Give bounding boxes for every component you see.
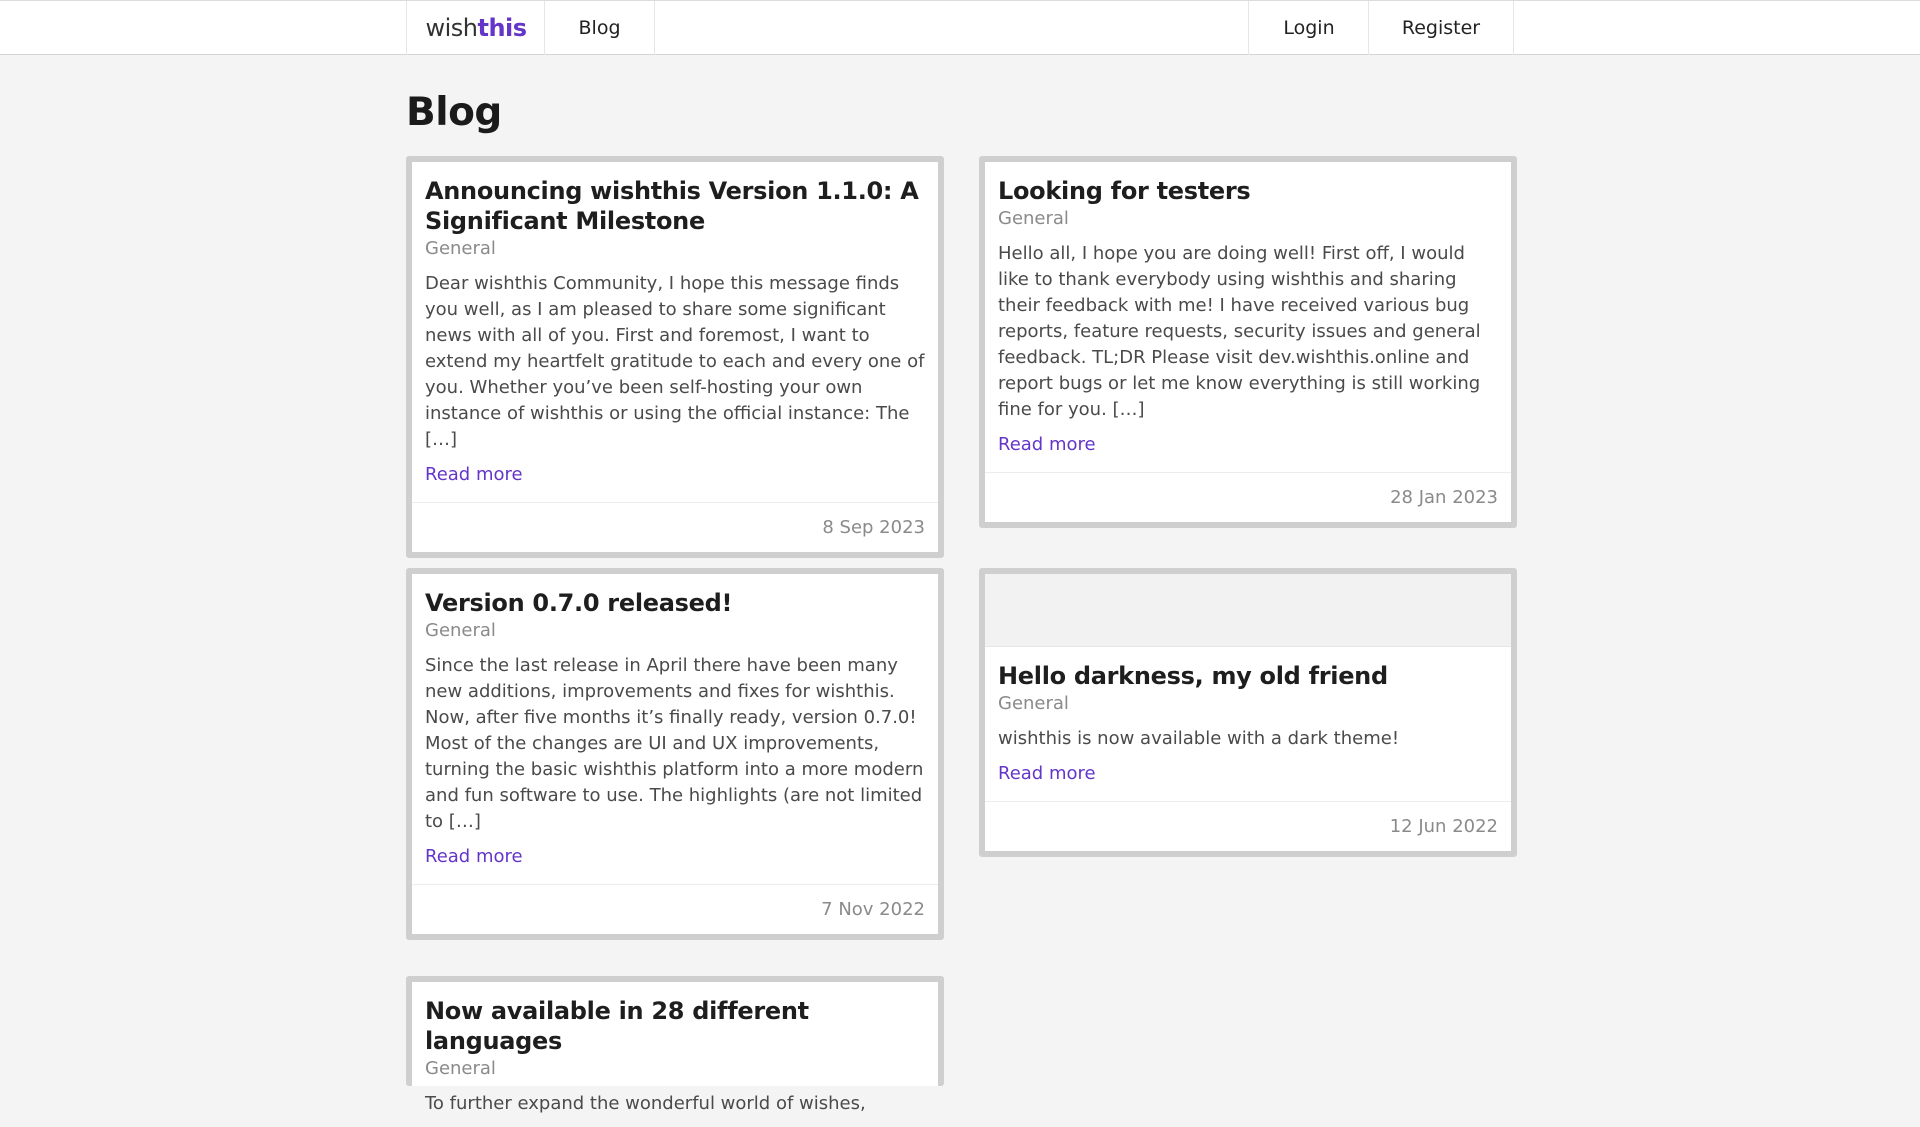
nav-login-link[interactable]: Login — [1248, 1, 1369, 55]
read-more-link[interactable]: Read more — [425, 844, 523, 870]
blog-post-card: Now available in 28 different languages … — [406, 976, 944, 1114]
post-excerpt: wishthis is now available with a dark th… — [998, 728, 1400, 749]
post-category: General — [425, 238, 496, 259]
post-date: 8 Sep 2023 — [412, 502, 938, 552]
page-title: Blog — [406, 90, 502, 135]
post-category: General — [998, 208, 1069, 229]
post-category: General — [425, 620, 496, 641]
post-date: 28 Jan 2023 — [985, 472, 1511, 522]
read-more-link[interactable]: Read more — [425, 462, 523, 488]
logo-this: this — [477, 14, 527, 42]
post-category: General — [425, 1058, 496, 1079]
read-more-link[interactable]: Read more — [998, 432, 1096, 458]
top-menu: wish this Blog Login Register — [0, 0, 1920, 55]
blog-post-card: Version 0.7.0 released! General Since th… — [406, 568, 944, 940]
post-date: 7 Nov 2022 — [412, 884, 938, 934]
blog-post-card: Hello darkness, my old friend General wi… — [979, 568, 1517, 857]
post-excerpt: Dear wishthis Community, I hope this mes… — [425, 273, 925, 450]
post-title[interactable]: Announcing wishthis Version 1.1.0: A Sig… — [425, 176, 925, 236]
post-excerpt: Since the last release in April there ha… — [425, 655, 924, 832]
post-excerpt: Hello all, I hope you are doing well! Fi… — [998, 243, 1481, 420]
post-date: 12 Jun 2022 — [985, 801, 1511, 851]
post-title[interactable]: Hello darkness, my old friend — [998, 661, 1498, 691]
blog-post-card: Announcing wishthis Version 1.1.0: A Sig… — [406, 156, 944, 558]
post-excerpt: To further expand the wonderful world of… — [425, 1093, 866, 1114]
post-title[interactable]: Version 0.7.0 released! — [425, 588, 925, 618]
post-title[interactable]: Looking for testers — [998, 176, 1498, 206]
wishthis-logo[interactable]: wish this — [406, 1, 545, 55]
post-title[interactable]: Now available in 28 different languages — [425, 996, 925, 1056]
logo-wish: wish — [425, 14, 478, 42]
read-more-link[interactable]: Read more — [998, 761, 1096, 787]
blog-post-card: Looking for testers General Hello all, I… — [979, 156, 1517, 528]
nav-register-link[interactable]: Register — [1368, 1, 1514, 55]
nav-blog-link[interactable]: Blog — [544, 1, 655, 55]
post-image-placeholder — [985, 574, 1511, 647]
post-category: General — [998, 693, 1069, 714]
